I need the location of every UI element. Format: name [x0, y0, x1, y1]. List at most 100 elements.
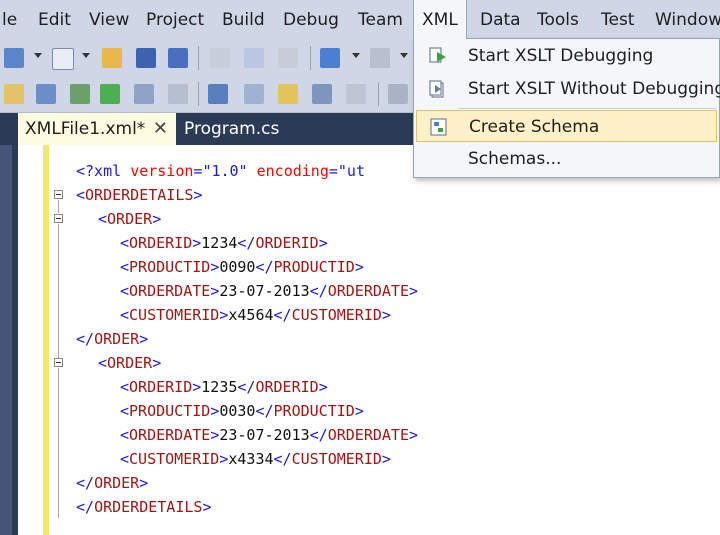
- collapse-icon[interactable]: [54, 190, 63, 199]
- align-icon[interactable]: [346, 84, 366, 104]
- menu-separator: [458, 108, 716, 109]
- code-line: <ORDERDETAILS>: [76, 186, 203, 204]
- menu-build[interactable]: Build: [222, 0, 265, 40]
- new-project-icon[interactable]: [4, 48, 24, 68]
- add-item-icon[interactable]: [52, 48, 74, 70]
- menu-debug[interactable]: Debug: [283, 0, 339, 40]
- tag-name: ORDERDATE: [129, 282, 211, 300]
- xml-declaration-open: <?xml: [76, 162, 131, 180]
- close-icon[interactable]: ✕: [153, 113, 168, 145]
- save-all-icon[interactable]: [168, 48, 188, 68]
- toolbar-separator: [198, 46, 199, 70]
- collapse-icon[interactable]: [54, 214, 63, 223]
- attr-version: version: [130, 162, 194, 180]
- productid-value: 0030: [219, 402, 256, 420]
- menu-project[interactable]: Project: [146, 0, 204, 40]
- menu-window[interactable]: Window: [655, 0, 720, 40]
- save-icon[interactable]: [136, 48, 156, 68]
- indent-icon[interactable]: [70, 84, 90, 104]
- menu-tools[interactable]: Tools: [537, 0, 579, 40]
- start-debugging-icon: [429, 47, 446, 63]
- tag-name: ORDERDATE: [327, 426, 409, 444]
- chevron-down-icon[interactable]: [400, 53, 408, 58]
- code-editor[interactable]: <?xml version="1.0" encoding="ut <ORDERD…: [18, 145, 720, 535]
- customerid-value: x4334: [228, 450, 274, 468]
- code-line: <ORDERID>1234</ORDERID>: [120, 234, 328, 252]
- xml-menu-dropdown: Start XSLT Debugging Start XSLT Without …: [413, 38, 720, 178]
- menu-team[interactable]: Team: [358, 0, 403, 40]
- order-close-tag: ORDER: [94, 330, 140, 348]
- breakpoint-icon[interactable]: [168, 84, 188, 104]
- orderid-value: 1234: [201, 234, 238, 252]
- code-line: <CUSTOMERID>x4564</CUSTOMERID>: [120, 306, 391, 324]
- pointer-icon[interactable]: [278, 84, 298, 104]
- run-icon[interactable]: [100, 84, 120, 104]
- menu-view[interactable]: View: [89, 0, 129, 40]
- fold-guide: [58, 368, 59, 518]
- menu-item-label: Schemas...: [468, 149, 562, 169]
- code-line: <ORDER>: [98, 354, 162, 372]
- uncomment-icon[interactable]: [244, 84, 264, 104]
- orderdate-value: 23-07-2013: [219, 282, 310, 300]
- hierarchy-icon[interactable]: [36, 84, 56, 104]
- tab-program-cs[interactable]: Program.cs: [182, 113, 282, 145]
- left-tool-rail: [0, 113, 12, 535]
- change-tracking-bar: [43, 145, 49, 535]
- open-folder-icon[interactable]: [102, 48, 122, 68]
- chevron-down-icon[interactable]: [352, 53, 360, 58]
- menu-file[interactable]: le: [2, 0, 17, 40]
- collapse-icon[interactable]: [54, 358, 63, 367]
- list-icon[interactable]: [388, 84, 408, 104]
- tab-xmlfile1[interactable]: XMLFile1.xml* ✕: [18, 113, 176, 145]
- fold-guide: [58, 224, 59, 334]
- tag-name: CUSTOMERID: [129, 450, 220, 468]
- attr-version-value: "1.0": [202, 162, 248, 180]
- attr-encoding: encoding: [256, 162, 329, 180]
- tag-name: PRODUCTID: [129, 258, 211, 276]
- comment-icon[interactable]: [208, 84, 228, 104]
- toolbar-separator: [378, 82, 379, 106]
- undo-icon[interactable]: [320, 48, 340, 68]
- chevron-down-icon[interactable]: [34, 53, 42, 58]
- step-icon[interactable]: [134, 84, 154, 104]
- tag-name: ORDERDATE: [327, 282, 409, 300]
- code-line: </ORDERDETAILS>: [76, 498, 212, 516]
- order-close-tag: ORDER: [94, 474, 140, 492]
- format-icon[interactable]: [312, 84, 332, 104]
- paste-icon[interactable]: [278, 48, 298, 68]
- code-line: <ORDERDATE>23-07-2013</ORDERDATE>: [120, 282, 419, 300]
- order-open-tag: ORDER: [107, 354, 153, 372]
- code-line: <?xml version="1.0" encoding="ut: [76, 159, 365, 183]
- class-view-icon[interactable]: [4, 84, 24, 104]
- attr-encoding-value: "ut: [337, 162, 365, 180]
- cut-icon[interactable]: [210, 48, 230, 68]
- chevron-down-icon[interactable]: [82, 53, 90, 58]
- code-line: <ORDERDATE>23-07-2013</ORDERDATE>: [120, 426, 419, 444]
- menu-item-start-xslt-without-debugging[interactable]: Start XSLT Without Debugging: [416, 73, 720, 105]
- equals-sign: =: [328, 162, 338, 180]
- code-line: <CUSTOMERID>x4334</CUSTOMERID>: [120, 450, 391, 468]
- tag-name: CUSTOMERID: [291, 450, 382, 468]
- order-open-tag: ORDER: [107, 210, 153, 228]
- root-close-tag: ORDERDETAILS: [94, 498, 203, 516]
- menu-edit[interactable]: Edit: [38, 0, 71, 40]
- menu-data[interactable]: Data: [480, 0, 521, 40]
- menu-item-schemas[interactable]: Schemas...: [416, 143, 717, 175]
- menu-item-create-schema[interactable]: Create Schema: [416, 110, 717, 142]
- code-line: <PRODUCTID>0090</PRODUCTID>: [120, 258, 364, 276]
- start-without-debugging-icon: [429, 80, 444, 98]
- tab-label: Program.cs: [184, 119, 280, 139]
- menu-item-label: Start XSLT Debugging: [468, 46, 654, 66]
- tag-name: CUSTOMERID: [291, 306, 382, 324]
- redo-icon[interactable]: [370, 48, 390, 68]
- copy-icon[interactable]: [244, 48, 264, 68]
- tag-name: CUSTOMERID: [129, 306, 220, 324]
- code-line: <PRODUCTID>0030</PRODUCTID>: [120, 402, 364, 420]
- menu-xml[interactable]: XML: [413, 0, 467, 39]
- tag-name: ORDERDATE: [129, 426, 211, 444]
- menu-item-start-xslt-debugging[interactable]: Start XSLT Debugging: [416, 40, 717, 72]
- tag-name: ORDERID: [129, 234, 193, 252]
- code-line: <ORDER>: [98, 210, 162, 228]
- menu-test[interactable]: Test: [601, 0, 634, 40]
- tag-name: PRODUCTID: [273, 258, 355, 276]
